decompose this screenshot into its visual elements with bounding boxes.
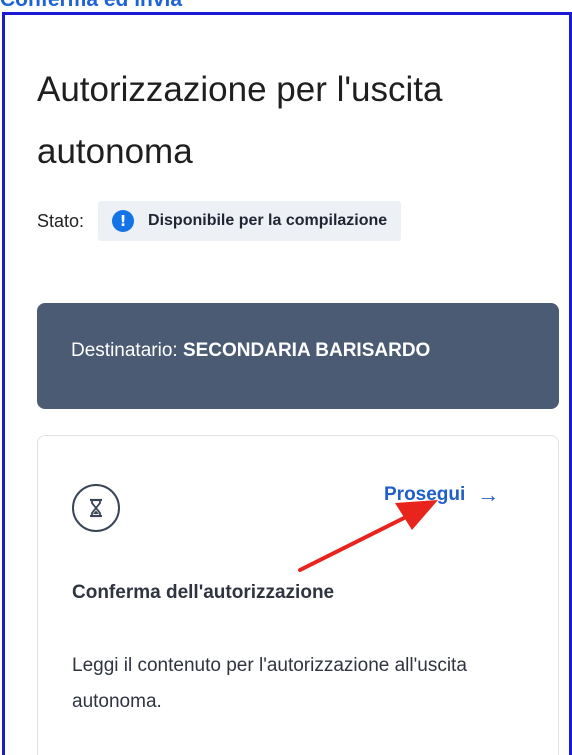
card-title: Conferma dell'autorizzazione xyxy=(72,582,335,603)
screenshot-frame: Autorizzazione per l'uscita autonoma Sta… xyxy=(2,12,572,755)
status-label: Stato: xyxy=(37,210,85,231)
arrow-right-icon: → xyxy=(477,482,500,507)
card-description: Leggi il contenuto per l'autorizzazione … xyxy=(72,655,467,712)
recipient-name: SECONDARIA BARISARDO xyxy=(182,340,431,361)
proceed-link[interactable]: Prosegui → xyxy=(384,482,499,508)
info-icon: ! xyxy=(112,210,135,232)
status-row: Stato: ! Disponibile per la compilazione xyxy=(37,201,402,241)
top-caption: Conferma ed invia xyxy=(0,0,182,12)
proceed-label: Prosegui xyxy=(384,484,466,505)
page-title: Autorizzazione per l'uscita autonoma xyxy=(37,70,443,171)
status-text: Disponibile per la compilazione xyxy=(148,212,388,229)
top-caption-strip: Conferma ed invia xyxy=(0,0,572,12)
recipient-text: Destinatario: SECONDARIA BARISARDO xyxy=(71,340,430,362)
recipient-label: Destinatario: xyxy=(71,340,178,361)
hourglass-icon xyxy=(72,484,120,532)
recipient-banner: Destinatario: SECONDARIA BARISARDO xyxy=(37,303,559,409)
authorization-card: Prosegui → Conferma dell'autorizzazione … xyxy=(37,435,559,755)
status-badge: ! Disponibile per la compilazione xyxy=(98,201,402,241)
